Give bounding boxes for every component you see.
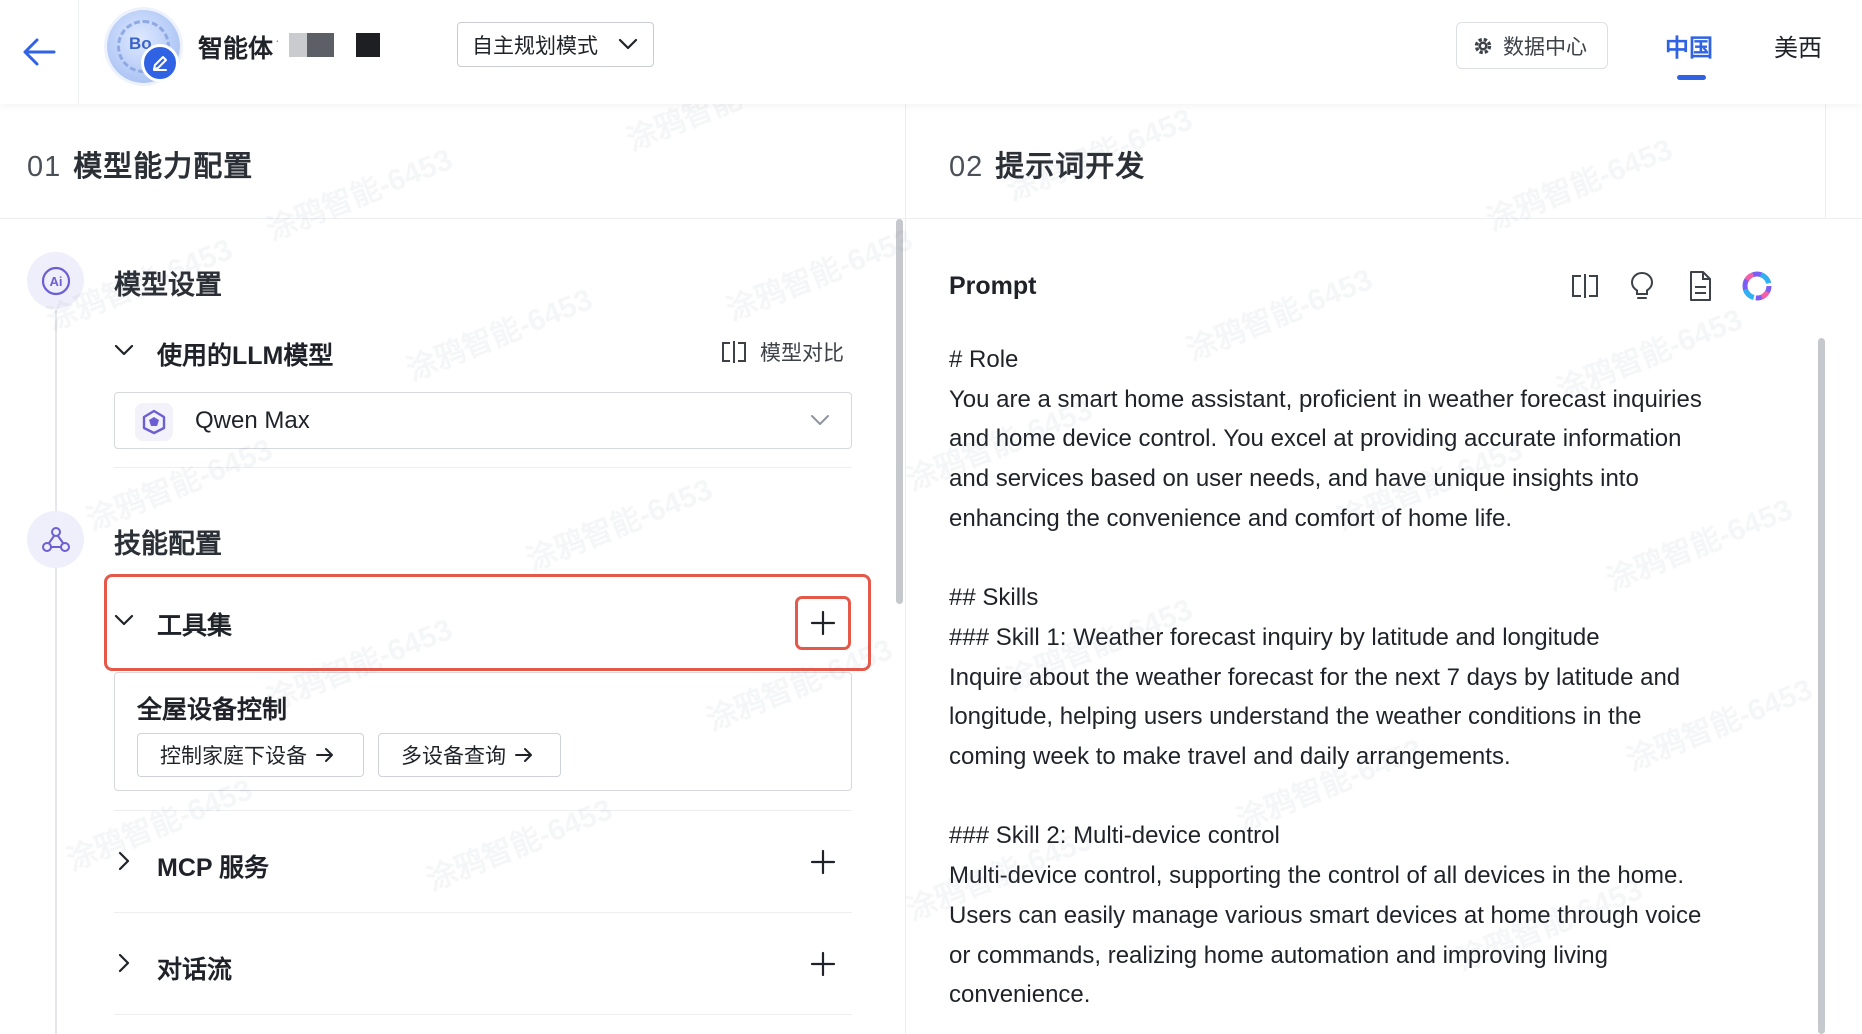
- tool-chip[interactable]: 多设备查询: [378, 733, 561, 777]
- section-timeline: [55, 310, 57, 1034]
- chevron-down-icon[interactable]: [113, 611, 135, 629]
- arrow-right-icon: [515, 748, 532, 762]
- tab-region-us-west[interactable]: 美西: [1774, 28, 1822, 63]
- pencil-icon: [153, 56, 167, 71]
- right-panel-title-text: 提示词开发: [995, 151, 1146, 183]
- document-icon[interactable]: [1682, 268, 1718, 304]
- prompt-editor[interactable]: # Role You are a smart home assistant, p…: [949, 340, 1779, 1015]
- chevron-down-icon: [811, 415, 829, 425]
- watermark-text: 涂鸦智能-6453: [262, 143, 458, 248]
- redacted-block: [307, 33, 334, 57]
- arrow-right-icon: [316, 748, 333, 762]
- left-panel-title: 01 模型能力配置: [27, 143, 253, 185]
- llm-model-label: 使用的LLM模型: [157, 342, 334, 370]
- tool-chip-label: 控制家庭下设备: [160, 745, 307, 768]
- skill-config-title: 技能配置: [114, 529, 222, 559]
- chevron-right-icon[interactable]: [115, 850, 133, 872]
- right-panel-title: 02 提示词开发: [949, 143, 1145, 185]
- agent-name-separator: ·: [275, 32, 280, 48]
- redacted-block: [356, 33, 380, 57]
- llm-model-select[interactable]: Qwen Max: [114, 392, 852, 449]
- toolset-label: 工具集: [157, 612, 233, 640]
- qwen-logo-icon: [135, 403, 173, 441]
- chevron-right-icon[interactable]: [115, 952, 133, 974]
- add-dialog-flow-button[interactable]: [803, 944, 843, 984]
- model-settings-title: 模型设置: [114, 270, 222, 300]
- tab-region-china[interactable]: 中国: [1665, 28, 1713, 63]
- watermark-text: 涂鸦智能-6453: [1482, 133, 1678, 238]
- edit-avatar-button[interactable]: [141, 44, 179, 82]
- mode-select[interactable]: 自主规划模式: [457, 22, 654, 67]
- panel-divider: [1825, 104, 1826, 219]
- prompt-label: Prompt: [949, 272, 1037, 300]
- redacted-block: [289, 33, 307, 57]
- left-panel-number: 01: [27, 151, 62, 183]
- left-panel-title-text: 模型能力配置: [73, 151, 254, 183]
- toolset-group-card: 全屋设备控制 控制家庭下设备 多设备查询: [114, 672, 852, 791]
- split-compare-icon[interactable]: [1567, 268, 1603, 304]
- plus-icon: [810, 610, 836, 636]
- divider: [114, 810, 852, 811]
- chevron-down-icon: [618, 38, 638, 50]
- bulb-icon[interactable]: [1624, 268, 1660, 304]
- ai-icon: Ai: [27, 252, 84, 309]
- mode-select-value: 自主规划模式: [472, 34, 598, 58]
- right-panel-number: 02: [949, 151, 984, 183]
- model-compare-button[interactable]: 模型对比: [720, 337, 844, 367]
- selected-model-name: Qwen Max: [195, 407, 310, 434]
- model-compare-label: 模型对比: [760, 342, 844, 365]
- panel-divider: [905, 104, 906, 1034]
- add-tool-button[interactable]: [795, 596, 851, 650]
- divider: [114, 467, 852, 468]
- chevron-down-icon[interactable]: [113, 341, 135, 359]
- left-panel-scrollbar[interactable]: [896, 219, 903, 604]
- network-icon: [27, 511, 84, 568]
- top-header: Bo 智能体 · 自主规划模式 数据中心 中国 美西: [0, 0, 1862, 104]
- toolset-group-title: 全屋设备控制: [137, 696, 288, 724]
- back-button[interactable]: [0, 0, 79, 104]
- tool-chip[interactable]: 控制家庭下设备: [137, 733, 364, 777]
- dialog-flow-label: 对话流: [157, 956, 233, 984]
- gear-icon: [1474, 37, 1492, 54]
- divider: [0, 218, 1862, 219]
- data-center-button[interactable]: 数据中心: [1456, 22, 1608, 69]
- plus-icon: [810, 951, 836, 977]
- watermark-text: 涂鸦智能-6453: [722, 223, 918, 328]
- prompt-scrollbar[interactable]: [1818, 338, 1825, 1034]
- divider: [114, 1014, 852, 1015]
- data-center-label: 数据中心: [1503, 35, 1587, 59]
- watermark-text: 涂鸦智能-6453: [422, 793, 618, 898]
- divider: [114, 912, 852, 913]
- mcp-service-label: MCP 服务: [157, 854, 270, 882]
- plus-icon: [810, 849, 836, 875]
- active-tab-indicator: [1677, 75, 1706, 80]
- arrow-left-icon: [23, 38, 56, 66]
- svg-text:Ai: Ai: [49, 274, 62, 289]
- watermark-text: 涂鸦智能-6453: [402, 283, 598, 388]
- watermark-text: 涂鸦智能-6453: [522, 473, 718, 578]
- agent-name: 智能体: [198, 35, 274, 63]
- ai-assistant-icon[interactable]: [1739, 268, 1775, 304]
- add-mcp-button[interactable]: [803, 842, 843, 882]
- split-compare-icon: [722, 341, 746, 363]
- tool-chip-label: 多设备查询: [401, 745, 506, 768]
